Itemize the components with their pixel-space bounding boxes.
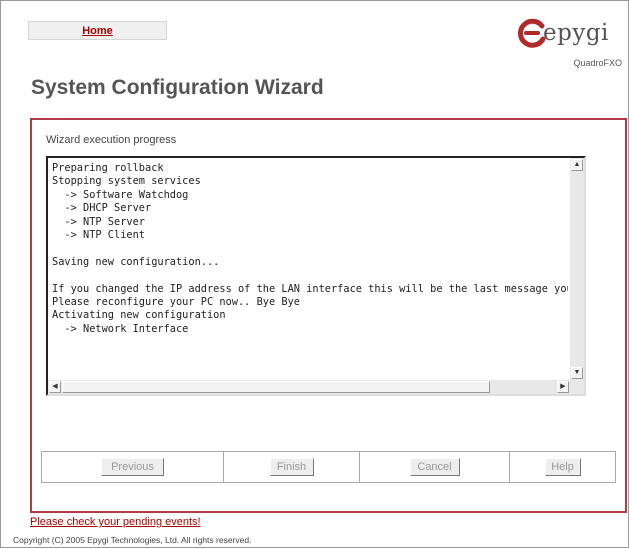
finish-button[interactable]: Finish [269, 458, 314, 476]
pending-events-link[interactable]: Please check your pending events! [30, 516, 201, 528]
scrollbar-corner [570, 380, 584, 394]
home-link[interactable]: Home [82, 25, 113, 37]
finish-cell: Finish [224, 452, 360, 482]
scroll-up-icon[interactable]: ▲ [571, 159, 583, 171]
help-button[interactable]: Help [544, 458, 581, 476]
progress-log-text: Preparing rollback Stopping system servi… [52, 162, 568, 335]
help-cell: Help [510, 452, 615, 482]
logo-brand-text: epygi [543, 20, 609, 46]
horizontal-scrollbar[interactable]: ◀ ▶ [48, 380, 570, 394]
scroll-left-icon[interactable]: ◀ [49, 381, 61, 393]
cancel-button[interactable]: Cancel [409, 458, 460, 476]
previous-button[interactable]: Previous [101, 458, 164, 476]
scroll-right-icon[interactable]: ▶ [557, 381, 569, 393]
horizontal-scroll-thumb[interactable] [62, 381, 490, 393]
progress-log-textarea[interactable]: Preparing rollback Stopping system servi… [46, 156, 586, 396]
wizard-panel: Wizard execution progress Preparing roll… [30, 118, 627, 513]
cancel-cell: Cancel [360, 452, 510, 482]
copyright-text: Copyright (C) 2005 Epygi Technologies, L… [13, 535, 252, 545]
previous-cell: Previous [42, 452, 224, 482]
home-tab: Home [28, 21, 167, 40]
logo-model-text: QuadroFXO [573, 58, 622, 68]
page-title: System Configuration Wizard [31, 76, 324, 99]
progress-label: Wizard execution progress [46, 134, 177, 146]
epygi-logo: epygi QuadroFXO [517, 18, 625, 68]
scroll-down-icon[interactable]: ▼ [571, 367, 583, 379]
wizard-button-bar: Previous Finish Cancel Help [41, 451, 616, 483]
vertical-scrollbar[interactable]: ▲ ▼ [570, 158, 584, 380]
